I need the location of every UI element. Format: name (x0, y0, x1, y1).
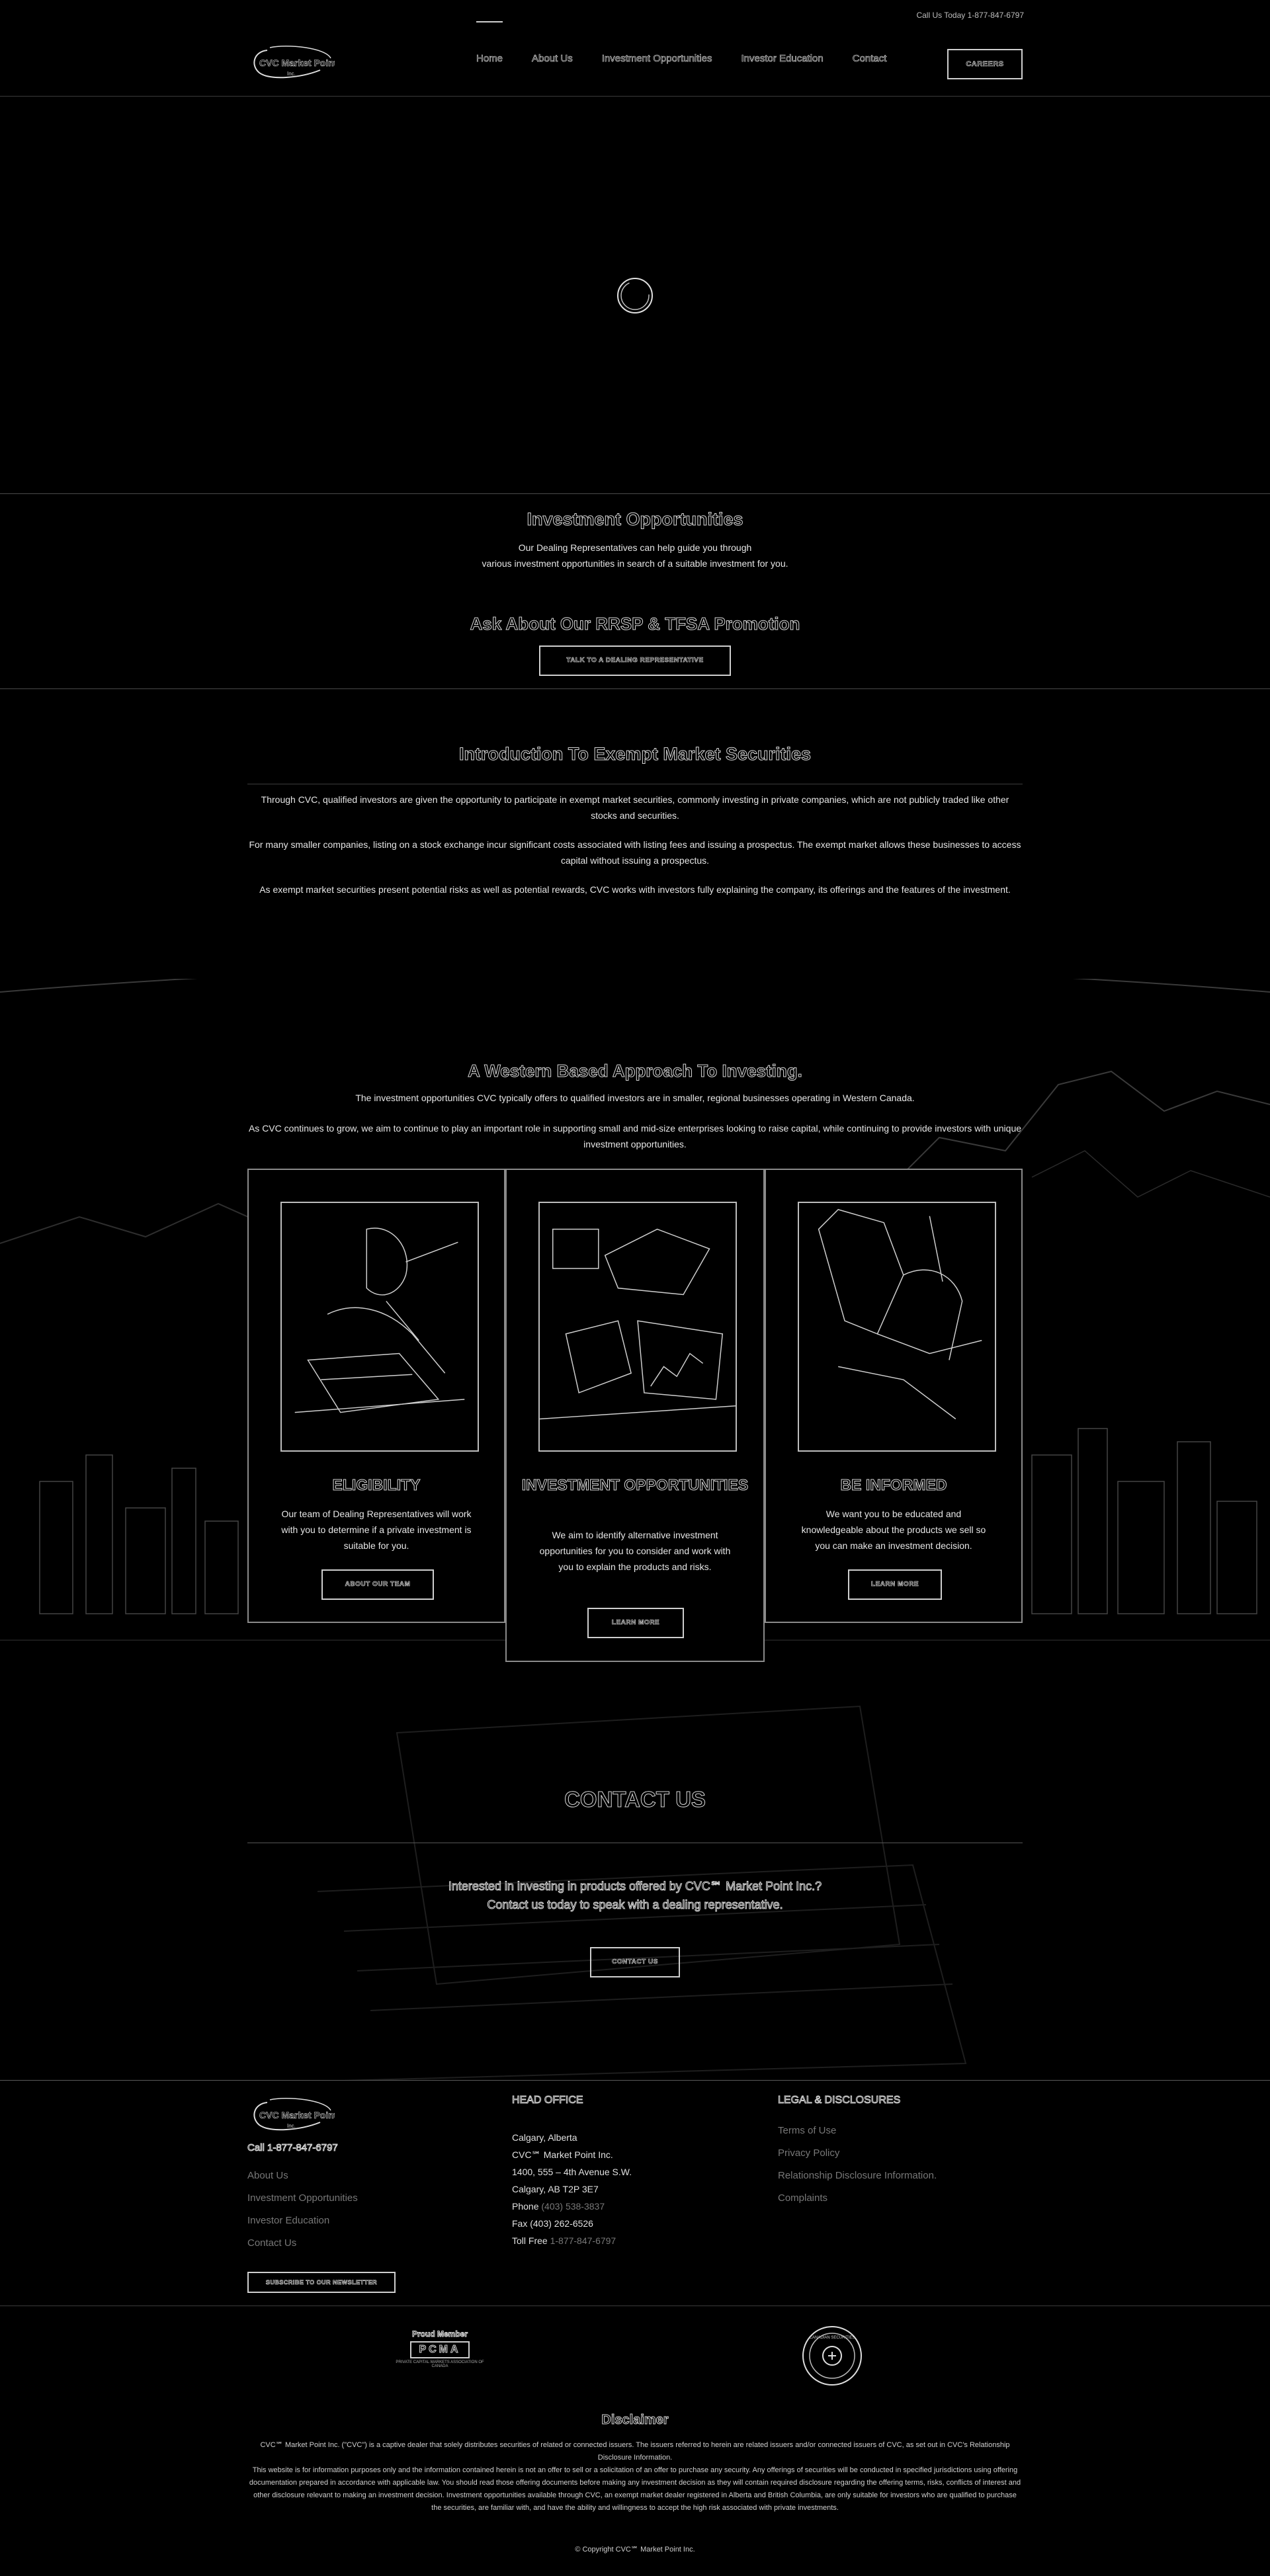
about-our-team-button[interactable]: ABOUT OUR TEAM (321, 1569, 434, 1600)
office-tollfree-row: Toll Free 1-877-847-6797 (512, 2235, 616, 2246)
intro-section: Introduction To Exempt Market Securities… (0, 690, 1270, 987)
securities-seal-icon[interactable]: CANADIAN SECURITIES (802, 2325, 863, 2386)
card-be-informed: BE INFORMED We want you to be educated a… (765, 1169, 1023, 1623)
contact-lead: Interested in investing in products offe… (0, 1877, 1270, 1914)
office-fax-row: Fax (403) 262-6526 (512, 2218, 593, 2229)
contact-section: CONTACT US Interested in investing in pr… (0, 1693, 1270, 2081)
footer-link-about[interactable]: About Us (247, 2170, 358, 2181)
legal-title: LEGAL & DISCLOSURES (777, 2095, 901, 2106)
intro-paragraph-3: As exempt market securities present pote… (259, 884, 1011, 895)
legal-link-complaints[interactable]: Complaints (778, 2192, 937, 2204)
nav-investment-opportunities[interactable]: Investment Opportunities (601, 53, 712, 65)
contact-line-1: Interested in investing in products offe… (448, 1880, 822, 1893)
office-company: CVC℠ Market Point Inc. (512, 2149, 613, 2160)
site-footer: CVC Market Point Inc. Call 1-877-847-679… (0, 2081, 1270, 2306)
io-line-1: Our Dealing Representatives can help gui… (518, 542, 752, 553)
io-intro: Our Dealing Representatives can help gui… (0, 540, 1270, 571)
informed-learn-more-button[interactable]: LEARN MORE (848, 1569, 942, 1600)
top-bar: Call Us Today 1-877-847-6797 (0, 0, 1270, 33)
western-approach-section: A Western Based Approach To Investing. T… (0, 979, 1270, 1693)
legal-link-privacy[interactable]: Privacy Policy (778, 2147, 937, 2159)
nav-contact[interactable]: Contact (852, 53, 886, 65)
card-informed-text: We want you to be educated and knowledge… (801, 1509, 986, 1551)
footer-links: About Us Investment Opportunities Invest… (247, 2170, 358, 2260)
nav-about-us[interactable]: About Us (532, 53, 573, 65)
contact-title: CONTACT US (564, 1787, 706, 1812)
top-call-text[interactable]: Call Us Today 1-877-847-6797 (916, 11, 1024, 20)
footer-link-education[interactable]: Investor Education (247, 2215, 358, 2226)
pcma-badge[interactable]: Proud Member PCMA PRIVATE CAPITAL MARKET… (390, 2329, 489, 2385)
io-title: Investment Opportunities (527, 509, 743, 530)
svg-text:CVC Market Point: CVC Market Point (259, 2110, 335, 2120)
intro-body: Through CVC, qualified investors are giv… (247, 792, 1023, 911)
pcma-mark: PCMA (410, 2341, 470, 2358)
io-line-2: various investment opportunities in sear… (482, 558, 788, 569)
svg-text:CVC Market Point: CVC Market Point (259, 58, 335, 68)
site-header: CVC Market Point Inc. Home About Us Inve… (0, 21, 1270, 97)
nav-investor-education[interactable]: Investor Education (741, 53, 824, 65)
intro-paragraph-2: For many smaller companies, listing on a… (249, 839, 1021, 866)
nav-home[interactable]: Home (476, 21, 503, 64)
contact-line-2: Contact us today to speak with a dealing… (487, 1898, 783, 1912)
main-nav: Home About Us Investment Opportunities I… (476, 21, 887, 65)
card-eligibility: ELIGIBILITY Our team of Dealing Represen… (247, 1169, 505, 1623)
card-eligibility-title: ELIGIBILITY (332, 1476, 421, 1494)
footer-link-investment[interactable]: Investment Opportunities (247, 2192, 358, 2204)
promo-heading: Ask About Our RRSP & TFSA Promotion (470, 614, 800, 634)
pcma-tag: Proud Member (411, 2329, 468, 2339)
card-photo-charts (538, 1202, 737, 1452)
svg-text:Inc.: Inc. (287, 2123, 296, 2129)
card-informed-title: BE INFORMED (840, 1476, 947, 1494)
western-subtitle-2: As CVC continues to grow, we aim to cont… (248, 1123, 1022, 1149)
card-photo-writing (280, 1202, 479, 1452)
talk-to-representative-button[interactable]: TALK TO A DEALING REPRESENTATIVE (539, 645, 731, 676)
head-office-title: HEAD OFFICE (512, 2095, 584, 2106)
investment-learn-more-button[interactable]: LEARN MORE (587, 1608, 684, 1638)
disclaimer-title: Disclaimer (601, 2413, 669, 2428)
office-tollfree[interactable]: 1-877-847-6797 (550, 2235, 616, 2246)
card-photo-handshake (798, 1202, 996, 1452)
intro-paragraph-1: Through CVC, qualified investors are giv… (261, 794, 1009, 821)
office-fax: (403) 262-6526 (530, 2218, 593, 2229)
office-city: Calgary, Alberta (512, 2132, 577, 2143)
office-phone[interactable]: (403) 538-3837 (541, 2201, 605, 2212)
western-subtitle-1: The investment opportunities CVC typical… (355, 1093, 915, 1103)
careers-button[interactable]: CAREERS (947, 49, 1023, 79)
footer-link-contact[interactable]: Contact Us (247, 2237, 358, 2249)
card-investment-title: INVESTMENT OPPORTUNITIES (521, 1476, 749, 1494)
office-postal: Calgary, AB T2P 3E7 (512, 2184, 599, 2194)
disclaimer-paragraph-1: CVC℠ Market Point Inc. ("CVC") is a capt… (260, 2441, 1010, 2462)
footer-call[interactable]: Call 1-877-847-6797 (247, 2142, 339, 2154)
western-title: A Western Based Approach To Investing. (468, 1061, 803, 1081)
disclaimer-paragraph-2: This website is for information purposes… (249, 2466, 1021, 2512)
footer-logo[interactable]: CVC Market Point Inc. (247, 2097, 335, 2136)
company-logo[interactable]: CVC Market Point Inc. (247, 45, 335, 83)
office-phone-row: Phone (403) 538-3837 (512, 2201, 605, 2212)
disclaimer-text: CVC℠ Market Point Inc. ("CVC") is a capt… (247, 2439, 1023, 2514)
card-investment-text: We aim to identify alternative investmen… (539, 1530, 731, 1572)
legal-link-relationship[interactable]: Relationship Disclosure Information. (778, 2170, 937, 2181)
loading-spinner-icon (617, 278, 653, 313)
svg-text:Inc.: Inc. (287, 71, 296, 77)
card-eligibility-text: Our team of Dealing Representatives will… (281, 1509, 472, 1551)
investment-opportunities-band: Investment Opportunities Our Dealing Rep… (0, 495, 1270, 689)
contact-us-button[interactable]: CONTACT US (590, 1947, 680, 1977)
card-investment-opportunities: INVESTMENT OPPORTUNITIES We aim to ident… (505, 1169, 765, 1662)
copyright: © Copyright CVC℠ Market Point Inc. (575, 2546, 695, 2554)
disclaimer-section: Disclaimer CVC℠ Market Point Inc. ("CVC"… (0, 2406, 1270, 2576)
pcma-small: PRIVATE CAPITAL MARKETS ASSOCIATION OF C… (396, 2360, 484, 2368)
legal-links: Terms of Use Privacy Policy Relationship… (778, 2125, 937, 2215)
office-address: 1400, 555 – 4th Avenue S.W. (512, 2167, 632, 2177)
hero-section (0, 97, 1270, 494)
legal-link-terms[interactable]: Terms of Use (778, 2125, 937, 2136)
head-office-details: Calgary, Alberta CVC℠ Market Point Inc. … (512, 2129, 632, 2249)
intro-title: Introduction To Exempt Market Securities (458, 744, 812, 765)
subscribe-newsletter-button[interactable]: SUBSCRIBE TO OUR NEWSLETTER (247, 2272, 396, 2293)
svg-text:CANADIAN SECURITIES: CANADIAN SECURITIES (810, 2336, 855, 2340)
membership-badges: Proud Member PCMA PRIVATE CAPITAL MARKET… (0, 2307, 1270, 2406)
